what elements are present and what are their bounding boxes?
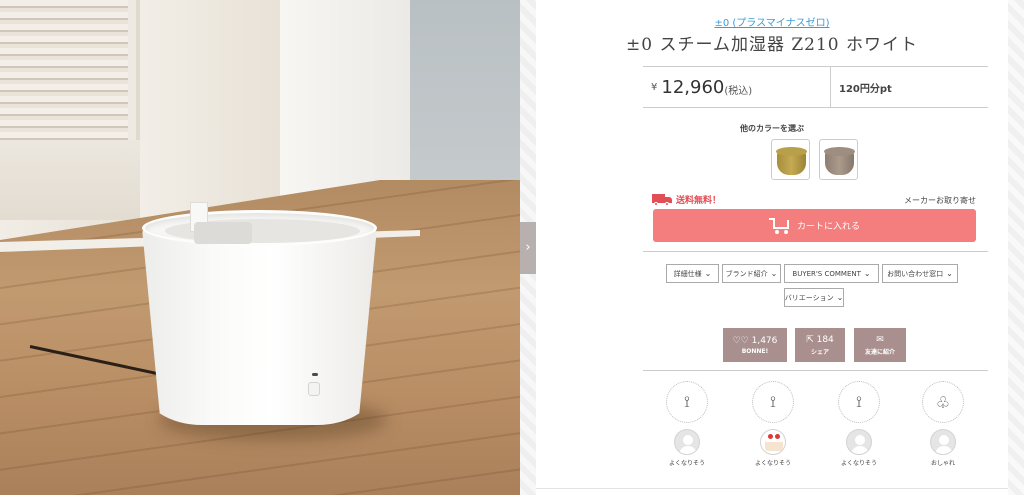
- tab-variation-label: バリエーション: [784, 293, 834, 302]
- chevron-down-icon: ⌄: [946, 269, 953, 278]
- product-page: › ±0 (プラスマイナスゼロ) ±0 スチーム加湿器 Z210 ホワイト ¥ …: [0, 0, 1024, 495]
- humidifier-lid: [142, 210, 377, 246]
- free-shipping-label: 送料無料！: [676, 196, 722, 206]
- tab-specs[interactable]: 詳細仕様 ⌄: [666, 264, 719, 283]
- tab-contact[interactable]: お問い合わせ窓口 ⌄: [882, 264, 958, 283]
- humidifier-thumb-lid: [776, 147, 807, 156]
- humidifier: [142, 202, 377, 425]
- product-name: ±0 スチーム加湿器 Z210 ホワイト: [625, 35, 919, 55]
- other-colors-title: 他のカラーを選ぶ: [740, 124, 804, 133]
- share-label: シェア: [810, 348, 829, 356]
- share-count: 184: [816, 334, 834, 345]
- staff-review[interactable]: ♧ おしゃれ: [913, 381, 973, 467]
- share-icon: ⇱: [806, 334, 817, 345]
- add-to-cart-button[interactable]: カートに入れる: [653, 209, 976, 242]
- tab-buyers-comment-label: BUYER'S COMMENT: [792, 269, 861, 278]
- shutter-frame: [0, 0, 140, 220]
- share-button[interactable]: ⇱ 184 シェア: [795, 328, 845, 362]
- chevron-down-icon: ⌄: [704, 269, 712, 278]
- shutter-panel: [0, 140, 140, 220]
- color-swatch-grey[interactable]: [819, 139, 858, 180]
- price-box: ¥ 12,960 (税込) 120円分pt: [643, 66, 988, 108]
- avatar: [846, 429, 872, 455]
- bonne-count: 1,476: [751, 335, 778, 346]
- yen-symbol: ¥: [651, 81, 658, 93]
- divider: [643, 251, 988, 252]
- staff-review-label: よくなりそう: [840, 460, 877, 467]
- chevron-down-icon: ⌄: [863, 269, 871, 278]
- body-wellness-icon: ⟟: [666, 381, 708, 423]
- product-info: ±0 (プラスマイナスゼロ) ±0 スチーム加湿器 Z210 ホワイト ¥ 12…: [536, 0, 1008, 495]
- tab-contact-label: お問い合わせ窓口: [887, 269, 944, 278]
- body-wellness-icon: ⟟: [752, 381, 794, 423]
- page-edge: [1008, 0, 1024, 495]
- humidifier-led: [312, 373, 318, 376]
- add-to-cart-label: カートに入れる: [796, 222, 860, 232]
- brand-link[interactable]: ±0 (プラスマイナスゼロ): [536, 14, 1008, 29]
- free-shipping: 送料無料！: [652, 193, 721, 206]
- price-tax-note: (税込): [724, 85, 753, 97]
- staff-review-label: よくなりそう: [668, 460, 705, 467]
- tab-variation[interactable]: バリエーション ⌄: [784, 288, 844, 307]
- tab-brand-label: ブランド紹介: [725, 269, 768, 278]
- tab-buyers-comment[interactable]: BUYER'S COMMENT ⌄: [784, 264, 879, 283]
- staff-review[interactable]: ⟟ よくなりそう: [829, 381, 889, 467]
- tab-brand[interactable]: ブランド紹介 ⌄: [722, 264, 781, 283]
- window: [410, 0, 520, 200]
- refer-friend-label: 友達に紹介: [864, 348, 895, 356]
- humidifier-body: [142, 228, 377, 425]
- staff-review-label: よくなりそう: [754, 460, 791, 467]
- chevron-down-icon: ⌄: [836, 293, 844, 302]
- maker-order-link[interactable]: メーカーお取り寄せ: [904, 195, 976, 206]
- staff-review[interactable]: ⟟ よくなりそう: [657, 381, 717, 467]
- truck-icon: [652, 193, 672, 206]
- slider-next-button[interactable]: ›: [520, 222, 536, 274]
- mail-icon: ✉: [876, 334, 884, 345]
- price-amount: 12,960: [661, 76, 725, 98]
- avatar: [674, 429, 700, 455]
- humidifier-button: [308, 382, 320, 396]
- humidifier-nozzle: [194, 222, 252, 244]
- points: 120円分pt: [839, 83, 892, 95]
- hearts-icon: ♡♡: [732, 335, 752, 346]
- product-photo[interactable]: [0, 0, 520, 495]
- bonne-button[interactable]: ♡♡ 1,476 BONNE!: [723, 328, 787, 362]
- cart-icon: [768, 217, 791, 234]
- avatar: [760, 429, 786, 455]
- avatar: [930, 429, 956, 455]
- refer-friend-button[interactable]: ✉ 友達に紹介: [854, 328, 906, 362]
- bonne-label: BONNE!: [741, 347, 769, 355]
- stylish-icon: ♧: [922, 381, 964, 423]
- chevron-down-icon: ⌄: [770, 269, 778, 278]
- staff-review-label: おしゃれ: [930, 460, 955, 467]
- tab-specs-label: 詳細仕様: [673, 269, 702, 278]
- divider: [536, 488, 1008, 489]
- louvered-shutter: [0, 0, 128, 140]
- price: ¥ 12,960 (税込): [643, 67, 831, 107]
- humidifier-thumb-lid: [824, 147, 855, 156]
- staff-review[interactable]: ⟟ よくなりそう: [743, 381, 803, 467]
- divider: [643, 370, 988, 371]
- body-wellness-icon: ⟟: [838, 381, 880, 423]
- color-swatch-olive[interactable]: [771, 139, 810, 180]
